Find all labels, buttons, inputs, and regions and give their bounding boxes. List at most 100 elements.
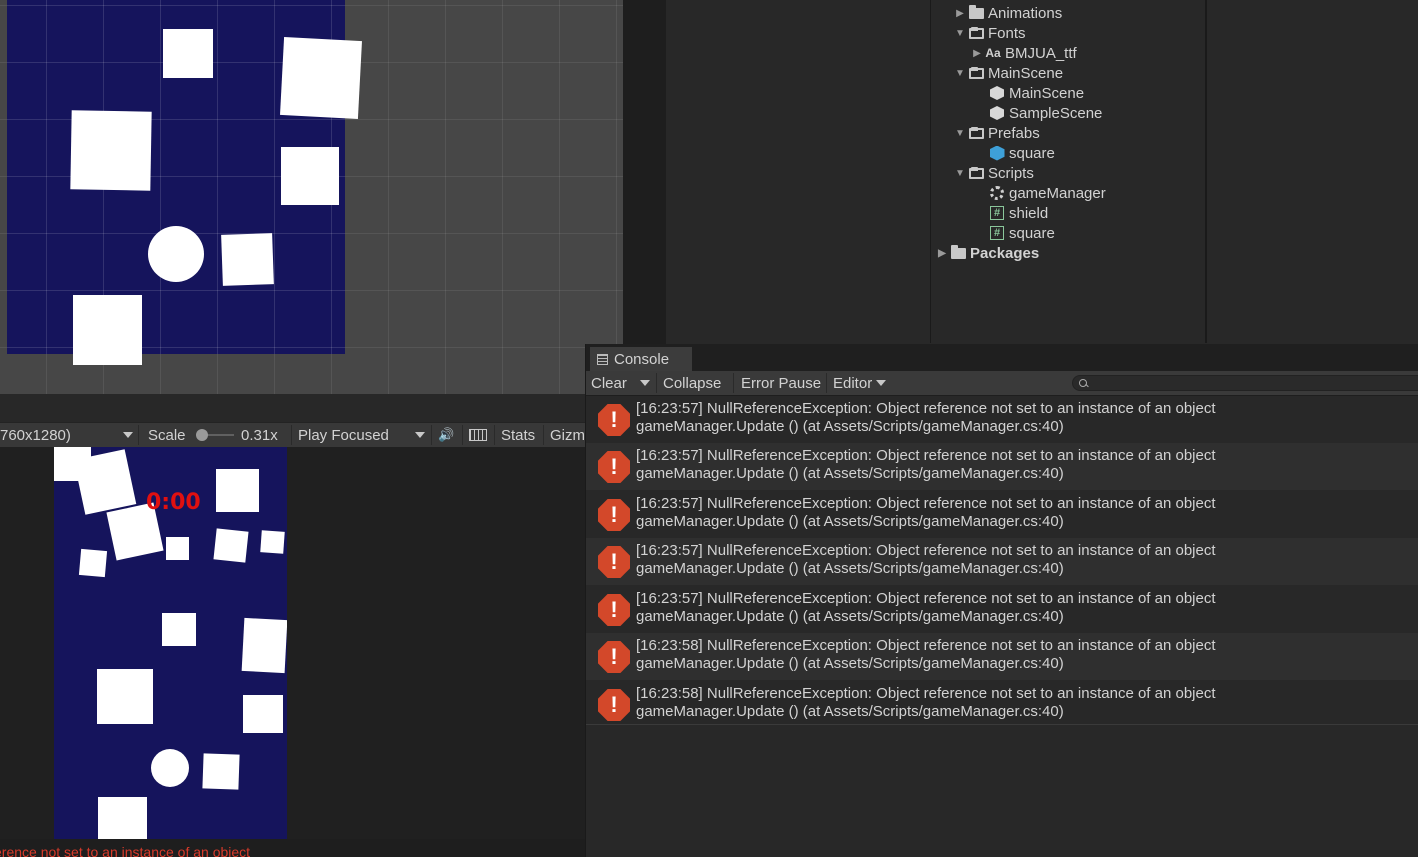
error-icon: ! bbox=[598, 451, 630, 483]
game-toolbar: 760x1280) Scale 0.31x Play Focused 🔊 Sta… bbox=[0, 422, 585, 448]
log-message: [16:23:57] NullReferenceException: Objec… bbox=[636, 400, 1216, 417]
log-message: [16:23:57] NullReferenceException: Objec… bbox=[636, 590, 1216, 607]
log-entry[interactable]: ! [16:23:57] NullReferenceException: Obj… bbox=[586, 586, 1418, 633]
expand-arrow-icon[interactable]: ▶ bbox=[970, 48, 984, 59]
tree-item-prefabs[interactable]: ▼ Prefabs bbox=[953, 123, 1040, 143]
error-icon: ! bbox=[598, 641, 630, 673]
resolution-label: 760x1280) bbox=[0, 426, 71, 444]
tree-item-label: MainScene bbox=[988, 64, 1064, 82]
log-entry[interactable]: ! [16:23:57] NullReferenceException: Obj… bbox=[586, 396, 1418, 443]
game-board: 0:00 bbox=[54, 447, 287, 839]
log-message: [16:23:57] NullReferenceException: Objec… bbox=[636, 542, 1216, 559]
csharp-script-icon: # bbox=[988, 225, 1006, 241]
tree-item-packages[interactable]: ▶ Packages bbox=[935, 243, 1039, 263]
gizmos-button[interactable]: Gizm bbox=[550, 423, 585, 447]
game-square bbox=[216, 469, 259, 512]
search-icon bbox=[1079, 379, 1087, 387]
log-entry[interactable]: ! [16:23:57] NullReferenceException: Obj… bbox=[586, 538, 1418, 585]
project-side-pane bbox=[1207, 0, 1418, 343]
log-message: [16:23:57] NullReferenceException: Objec… bbox=[636, 495, 1216, 512]
console-toolbar: Clear Collapse Error Pause Editor bbox=[586, 371, 1418, 396]
log-entry[interactable]: ! [16:23:57] NullReferenceException: Obj… bbox=[586, 491, 1418, 538]
collapse-arrow-icon[interactable]: ▼ bbox=[953, 128, 967, 139]
game-square bbox=[202, 753, 240, 790]
scene-square[interactable] bbox=[73, 295, 142, 365]
tree-item-label: Prefabs bbox=[988, 124, 1040, 142]
game-square bbox=[166, 537, 189, 560]
scene-circle[interactable] bbox=[148, 226, 204, 282]
game-square bbox=[213, 528, 249, 563]
scale-slider-handle[interactable] bbox=[196, 429, 208, 441]
game-square bbox=[98, 797, 147, 839]
clear-button[interactable]: Clear bbox=[591, 371, 627, 395]
tab-console[interactable]: Console bbox=[590, 347, 692, 371]
play-mode-dropdown[interactable]: Play Focused bbox=[298, 423, 428, 447]
log-entry[interactable]: ! [16:23:57] NullReferenceException: Obj… bbox=[586, 443, 1418, 490]
game-square bbox=[243, 695, 283, 733]
collapse-button[interactable]: Collapse bbox=[663, 371, 721, 395]
log-entry[interactable]: ! [16:23:58] NullReferenceException: Obj… bbox=[586, 681, 1418, 728]
expand-arrow-icon[interactable]: ▶ bbox=[935, 248, 949, 259]
scene-square[interactable] bbox=[70, 110, 152, 191]
tree-item-square-prefab[interactable]: square bbox=[988, 143, 1055, 163]
scene-square[interactable] bbox=[280, 37, 362, 119]
chevron-down-icon bbox=[640, 380, 650, 386]
tree-item-animations[interactable]: ▶ Animations bbox=[953, 3, 1062, 23]
game-square bbox=[97, 669, 153, 724]
mute-audio-icon[interactable]: 🔊 bbox=[438, 423, 454, 447]
log-stacktrace: gameManager.Update () (at Assets/Scripts… bbox=[636, 513, 1064, 530]
project-tree[interactable]: ▶ Animations ▼ Fonts ▶ Aa BMJUA_ttf ▼ MainSce… bbox=[931, 0, 1207, 343]
collapse-arrow-icon[interactable]: ▼ bbox=[953, 68, 967, 79]
tree-item-bmjua-ttf[interactable]: ▶ Aa BMJUA_ttf bbox=[970, 43, 1077, 63]
keyboard-icon[interactable] bbox=[469, 423, 487, 447]
tree-item-label: Animations bbox=[988, 4, 1063, 22]
game-square bbox=[78, 548, 108, 578]
csharp-script-icon: # bbox=[988, 205, 1006, 221]
error-pause-button[interactable]: Error Pause bbox=[741, 371, 821, 395]
editor-dropdown[interactable]: Editor bbox=[833, 371, 887, 395]
tree-item-label: BMJUA_ttf bbox=[1005, 44, 1077, 62]
game-view[interactable]: 0:00 bbox=[0, 447, 585, 839]
tree-item-mainscene[interactable]: MainScene bbox=[988, 83, 1084, 103]
game-square bbox=[260, 530, 285, 554]
tree-item-square-script[interactable]: # square bbox=[988, 223, 1055, 243]
tree-item-mainscene-folder[interactable]: ▼ MainScene bbox=[953, 63, 1063, 83]
scene-square[interactable] bbox=[163, 29, 213, 78]
folder-open-icon bbox=[967, 25, 985, 41]
console-panel: Console Clear Collapse Error Pause Edito… bbox=[585, 344, 1418, 857]
tree-item-shield[interactable]: # shield bbox=[988, 203, 1048, 223]
tree-item-label: gameManager bbox=[1009, 184, 1106, 202]
tree-item-fonts[interactable]: ▼ Fonts bbox=[953, 23, 1025, 43]
tree-item-scripts[interactable]: ▼ Scripts bbox=[953, 163, 1034, 183]
console-icon bbox=[597, 353, 608, 365]
collapse-arrow-icon[interactable]: ▼ bbox=[953, 28, 967, 39]
tree-item-label: SampleScene bbox=[1009, 104, 1103, 122]
resolution-dropdown[interactable]: 760x1280) bbox=[0, 423, 137, 447]
unity-scene-icon bbox=[988, 105, 1006, 121]
game-square bbox=[73, 449, 137, 515]
stats-button[interactable]: Stats bbox=[501, 423, 535, 447]
editor-label: Editor bbox=[833, 374, 873, 392]
folder-open-icon bbox=[967, 65, 985, 81]
scene-square[interactable] bbox=[281, 147, 339, 205]
collapse-arrow-icon[interactable]: ▼ bbox=[953, 168, 967, 179]
folder-icon bbox=[949, 244, 967, 261]
scene-view[interactable] bbox=[0, 0, 623, 394]
tree-item-label: Scripts bbox=[988, 164, 1034, 182]
scene-square[interactable] bbox=[221, 233, 274, 286]
log-message: [16:23:58] NullReferenceException: Objec… bbox=[636, 685, 1216, 702]
play-mode-label: Play Focused bbox=[298, 426, 389, 444]
project-folder-pane bbox=[666, 0, 931, 343]
log-stacktrace: gameManager.Update () (at Assets/Scripts… bbox=[636, 608, 1064, 625]
clear-options-dropdown[interactable] bbox=[640, 371, 654, 395]
tree-item-label: shield bbox=[1009, 204, 1049, 222]
status-bar[interactable]: erence not set to an instance of an obje… bbox=[0, 839, 585, 857]
tree-item-label: Packages bbox=[970, 244, 1040, 262]
unity-scene-icon bbox=[988, 85, 1006, 101]
tree-item-samplescene[interactable]: SampleScene bbox=[988, 103, 1102, 123]
expand-arrow-icon[interactable]: ▶ bbox=[953, 8, 967, 19]
console-search-input[interactable] bbox=[1072, 375, 1418, 391]
log-stacktrace: gameManager.Update () (at Assets/Scripts… bbox=[636, 560, 1064, 577]
tree-item-gamemanager[interactable]: gameManager bbox=[988, 183, 1106, 203]
log-entry[interactable]: ! [16:23:58] NullReferenceException: Obj… bbox=[586, 633, 1418, 680]
